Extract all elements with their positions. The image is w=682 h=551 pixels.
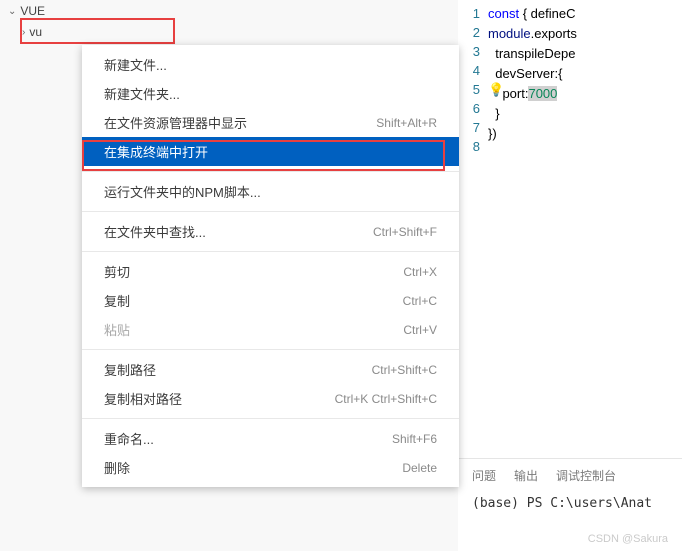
menu-find-folder[interactable]: 在文件夹中查找...Ctrl+Shift+F: [82, 217, 459, 246]
menu-reveal-explorer[interactable]: 在文件资源管理器中显示Shift+Alt+R: [82, 108, 459, 137]
menu-delete[interactable]: 删除Delete: [82, 453, 459, 482]
folder-label: vu: [29, 25, 42, 39]
tab-debug-console[interactable]: 调试控制台: [556, 467, 616, 484]
watermark: CSDN @Sakura: [588, 533, 668, 545]
tab-output[interactable]: 输出: [514, 467, 538, 484]
menu-copy-relative-path[interactable]: 复制相对路径Ctrl+K Ctrl+Shift+C: [82, 384, 459, 413]
menu-paste: 粘贴Ctrl+V: [82, 315, 459, 344]
folder-item-vue[interactable]: › vu: [0, 22, 458, 42]
code-content[interactable]: const { defineC module.exports transpile…: [488, 0, 682, 458]
panel-tabs: 问题 输出 调试控制台: [458, 459, 682, 488]
menu-separator: [82, 171, 459, 172]
chevron-down-icon: ⌄: [8, 6, 16, 17]
menu-copy[interactable]: 复制Ctrl+C: [82, 286, 459, 315]
context-menu: 新建文件... 新建文件夹... 在文件资源管理器中显示Shift+Alt+R …: [82, 45, 459, 487]
menu-separator: [82, 251, 459, 252]
root-folder-label: VUE: [20, 4, 45, 18]
lightbulb-icon[interactable]: 💡: [488, 82, 504, 98]
menu-open-terminal[interactable]: 在集成终端中打开: [82, 137, 459, 166]
menu-separator: [82, 211, 459, 212]
menu-rename[interactable]: 重命名...Shift+F6: [82, 424, 459, 453]
chevron-right-icon: ›: [22, 27, 25, 38]
menu-copy-path[interactable]: 复制路径Ctrl+Shift+C: [82, 355, 459, 384]
menu-run-npm[interactable]: 运行文件夹中的NPM脚本...: [82, 177, 459, 206]
menu-new-folder[interactable]: 新建文件夹...: [82, 79, 459, 108]
code-editor[interactable]: 1 2 3 4 5 6 7 8 const { defineC module.e…: [458, 0, 682, 458]
menu-separator: [82, 349, 459, 350]
tab-problems[interactable]: 问题: [472, 467, 496, 484]
line-numbers: 1 2 3 4 5 6 7 8: [458, 0, 488, 458]
menu-separator: [82, 418, 459, 419]
terminal-output[interactable]: (base) PS C:\users\Anat: [458, 488, 682, 519]
explorer-root[interactable]: ⌄ VUE: [0, 0, 458, 22]
menu-cut[interactable]: 剪切Ctrl+X: [82, 257, 459, 286]
menu-new-file[interactable]: 新建文件...: [82, 50, 459, 79]
